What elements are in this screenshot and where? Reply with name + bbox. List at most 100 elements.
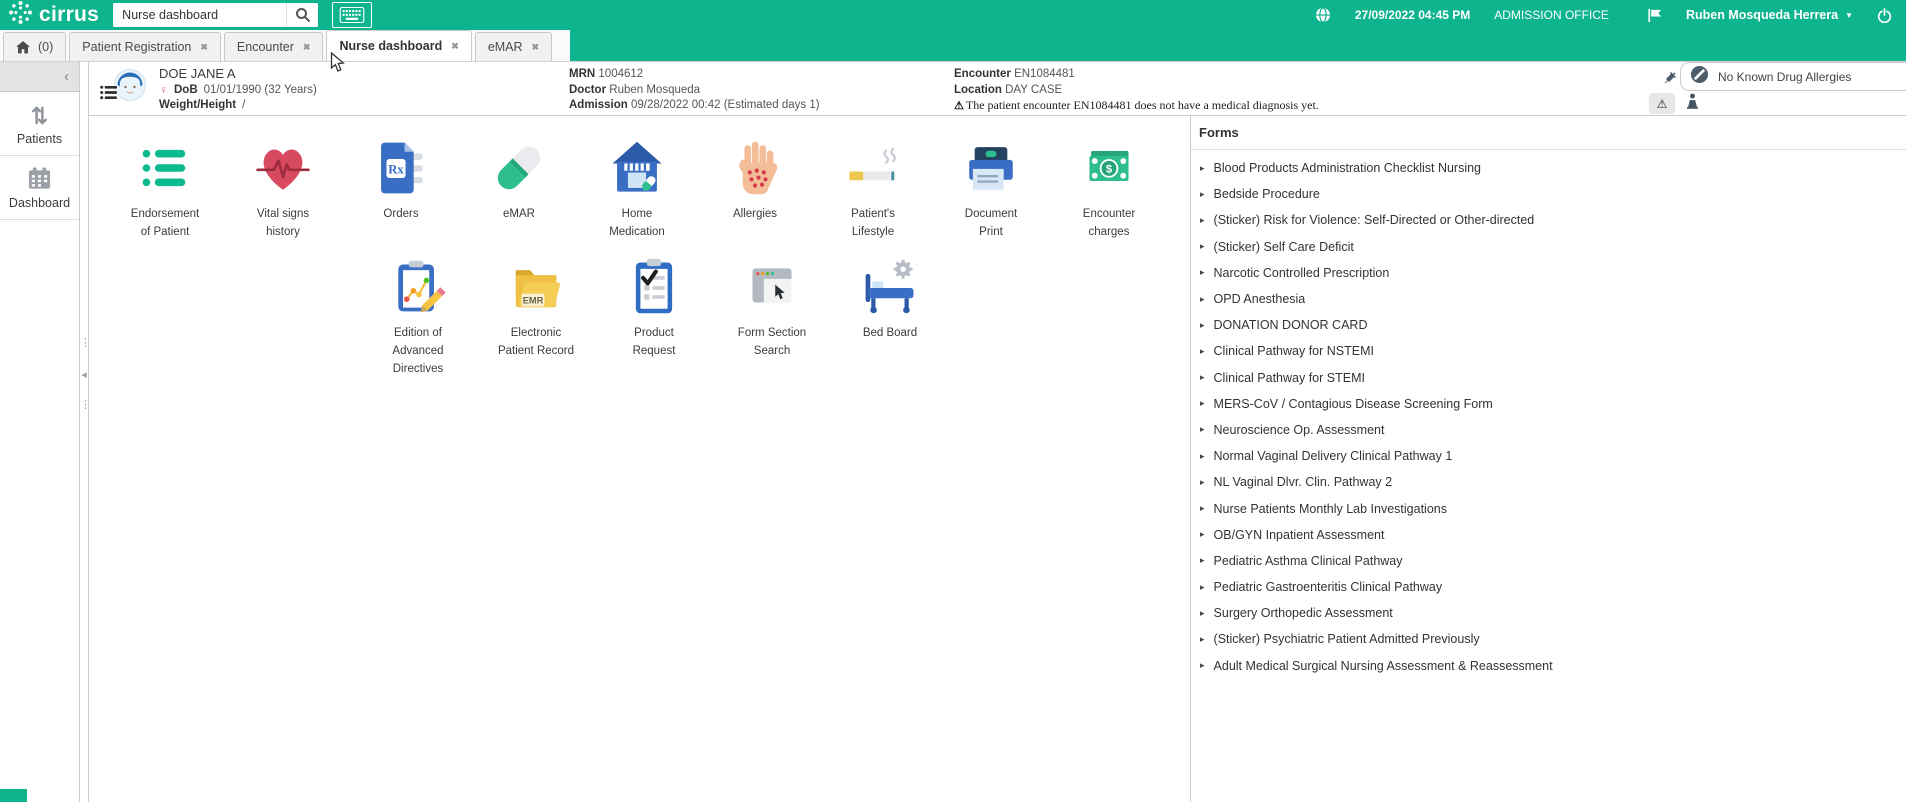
- expand-arrow-icon[interactable]: ▸: [1200, 660, 1205, 671]
- form-item-sticker-psychiatric-patient-admitted-previously[interactable]: ▸ (Sticker) Psychiatric Patient Admitted …: [1191, 626, 1906, 652]
- dashboard-calendar-icon: [0, 165, 79, 191]
- form-item-label: Neuroscience Op. Assessment: [1213, 422, 1385, 437]
- dashboard-shortcut-emar[interactable]: eMAR: [460, 136, 578, 241]
- form-item-mers-cov-contagious-disease-screening-form[interactable]: ▸ MERS-CoV / Contagious Disease Screening…: [1191, 391, 1906, 417]
- avatar[interactable]: [114, 69, 146, 106]
- expand-arrow-icon[interactable]: ▸: [1200, 241, 1205, 252]
- form-item-nl-vaginal-dlvr-clin-pathway-2[interactable]: ▸ NL Vaginal Dlvr. Clin. Pathway 2: [1191, 469, 1906, 495]
- expand-arrow-icon[interactable]: ▸: [1200, 267, 1205, 278]
- expand-arrow-icon[interactable]: ▸: [1200, 451, 1205, 462]
- form-item-label: (Sticker) Self Care Deficit: [1213, 239, 1354, 254]
- weight-height-value: /: [242, 99, 246, 111]
- form-item-clinical-pathway-for-nstemi[interactable]: ▸ Clinical Pathway for NSTEMI: [1191, 338, 1906, 364]
- panel-splitter[interactable]: ⋮ ◂ ⋮: [80, 62, 91, 802]
- rx-document-icon: Rx: [369, 136, 433, 200]
- tab-encounter[interactable]: Encounter ✖: [223, 32, 324, 61]
- allergy-status-box[interactable]: No Known Drug Allergies: [1680, 62, 1906, 91]
- form-item-neuroscience-op-assessment[interactable]: ▸ Neuroscience Op. Assessment: [1191, 417, 1906, 443]
- user-menu[interactable]: Ruben Mosqueda Herrera ▼: [1686, 8, 1853, 22]
- tab-nurse-dashboard[interactable]: Nurse dashboard ✖: [326, 30, 472, 61]
- form-item-normal-vaginal-delivery-clinical-pathway-1[interactable]: ▸ Normal Vaginal Delivery Clinical Pathwa…: [1191, 443, 1906, 469]
- syringe-icon[interactable]: [1662, 70, 1678, 91]
- form-item-nurse-patients-monthly-lab-investigations[interactable]: ▸ Nurse Patients Monthly Lab Investigatio…: [1191, 495, 1906, 521]
- globe-icon[interactable]: [1315, 7, 1331, 23]
- dashboard-shortcut-product-request[interactable]: Product Request: [595, 255, 713, 378]
- flag-icon[interactable]: [1647, 8, 1662, 23]
- content-row: Endorsement of Patient Vital signs history R…: [89, 116, 1906, 802]
- expand-arrow-icon[interactable]: ▸: [1200, 582, 1205, 593]
- tab-bar: (0) Patient Registration ✖ Encounter ✖ Nurse …: [0, 30, 1906, 62]
- expand-arrow-icon[interactable]: ▸: [1200, 346, 1205, 357]
- close-icon[interactable]: ✖: [303, 42, 311, 53]
- form-item-sticker-risk-for-violence-self-directed-or-other-directed[interactable]: ▸ (Sticker) Risk for Violence: Self-Direc…: [1191, 207, 1906, 233]
- expand-arrow-icon[interactable]: ▸: [1200, 372, 1205, 383]
- splitter-collapse-icon[interactable]: ◂: [80, 370, 88, 381]
- splitter-grip-icon[interactable]: ⋮: [80, 338, 91, 349]
- close-icon[interactable]: ✖: [200, 42, 208, 53]
- form-item-surgery-orthopedic-assessment[interactable]: ▸ Surgery Orthopedic Assessment: [1191, 600, 1906, 626]
- location-label: Location: [954, 83, 1002, 96]
- expand-arrow-icon[interactable]: ▸: [1200, 163, 1205, 174]
- expand-arrow-icon[interactable]: ▸: [1200, 294, 1205, 305]
- splitter-grip-icon[interactable]: ⋮: [80, 400, 91, 411]
- expand-arrow-icon[interactable]: ▸: [1200, 189, 1205, 200]
- expand-arrow-icon[interactable]: ▸: [1200, 477, 1205, 488]
- app-logo-text: cirrus: [39, 3, 100, 26]
- sidebar-item-dashboard[interactable]: Dashboard: [0, 156, 79, 220]
- dashboard-shortcut-electronic-patient-record[interactable]: EMR Electronic Patient Record: [477, 255, 595, 378]
- dashboard-shortcut-vital-signs-history[interactable]: Vital signs history: [224, 136, 342, 241]
- dashboard-shortcut-orders[interactable]: Rx Orders: [342, 136, 460, 241]
- expand-arrow-icon[interactable]: ▸: [1200, 608, 1205, 619]
- form-item-bedside-procedure[interactable]: ▸ Bedside Procedure: [1191, 181, 1906, 207]
- allergy-status-label: No Known Drug Allergies: [1718, 69, 1852, 84]
- expand-arrow-icon[interactable]: ▸: [1200, 320, 1205, 331]
- expand-arrow-icon[interactable]: ▸: [1200, 424, 1205, 435]
- close-icon[interactable]: ✖: [532, 42, 540, 53]
- form-item-ob-gyn-inpatient-assessment[interactable]: ▸ OB/GYN Inpatient Assessment: [1191, 522, 1906, 548]
- dashboard-shortcut-endorsement-of-patient[interactable]: Endorsement of Patient: [106, 136, 224, 241]
- form-item-pediatric-gastroenteritis-clinical-pathway[interactable]: ▸ Pediatric Gastroenteritis Clinical Path…: [1191, 574, 1906, 600]
- search-input[interactable]: [113, 3, 287, 27]
- expand-arrow-icon[interactable]: ▸: [1200, 398, 1205, 409]
- forms-list: ▸ Blood Products Administration Checklist…: [1191, 150, 1906, 679]
- dashboard-shortcut-home-medication[interactable]: Home Medication: [578, 136, 696, 241]
- expand-arrow-icon[interactable]: ▸: [1200, 555, 1205, 566]
- office-label: ADMISSION OFFICE: [1494, 8, 1609, 22]
- close-icon[interactable]: ✖: [451, 41, 459, 52]
- app-logo: cirrus: [8, 0, 99, 31]
- dashboard-shortcut-edition-of-advanced-directives[interactable]: Edition of Advanced Directives: [359, 255, 477, 378]
- expand-arrow-icon[interactable]: ▸: [1200, 634, 1205, 645]
- expand-arrow-icon[interactable]: ▸: [1200, 529, 1205, 540]
- dob-value: 01/01/1990 (32 Years): [203, 84, 317, 96]
- form-item-blood-products-administration-checklist-nursing[interactable]: ▸ Blood Products Administration Checklist…: [1191, 155, 1906, 181]
- patient-menu-icon[interactable]: [100, 85, 117, 105]
- form-item-adult-medical-surgical-nursing-assessment-reassessment[interactable]: ▸ Adult Medical Surgical Nursing Assessme…: [1191, 653, 1906, 679]
- form-item-narcotic-controlled-prescription[interactable]: ▸ Narcotic Controlled Prescription: [1191, 260, 1906, 286]
- dashboard-shortcut-allergies[interactable]: Allergies: [696, 136, 814, 241]
- form-item-donation-donor-card[interactable]: ▸ DONATION DONOR CARD: [1191, 312, 1906, 338]
- form-item-label: NL Vaginal Dlvr. Clin. Pathway 2: [1213, 475, 1393, 490]
- tab-home[interactable]: (0): [3, 32, 67, 61]
- form-item-sticker-self-care-deficit[interactable]: ▸ (Sticker) Self Care Deficit: [1191, 234, 1906, 260]
- dashboard-shortcut-patient-s-lifestyle[interactable]: Patient's Lifestyle: [814, 136, 932, 241]
- form-item-label: DONATION DONOR CARD: [1213, 318, 1368, 333]
- dashboard-shortcut-document-print[interactable]: Document Print: [932, 136, 1050, 241]
- dashboard-shortcut-bed-board[interactable]: Bed Board: [831, 255, 949, 378]
- expand-arrow-icon[interactable]: ▸: [1200, 503, 1205, 514]
- tab-emar[interactable]: eMAR ✖: [474, 32, 553, 61]
- dashboard-shortcut-form-section-search[interactable]: Form Section Search: [713, 255, 831, 378]
- sidebar-collapse-button[interactable]: ‹: [0, 62, 79, 92]
- form-item-clinical-pathway-for-stemi[interactable]: ▸ Clinical Pathway for STEMI: [1191, 365, 1906, 391]
- power-icon[interactable]: [1877, 7, 1892, 23]
- search-icon[interactable]: [286, 3, 319, 27]
- sidebar-item-patients[interactable]: Patients: [0, 92, 79, 156]
- warning-triangle-icon[interactable]: ⚠: [1649, 93, 1675, 114]
- isolation-icon[interactable]: [1685, 93, 1700, 114]
- dashboard-shortcut-encounter-charges[interactable]: $ Encounter charges: [1050, 136, 1168, 241]
- form-item-pediatric-asthma-clinical-pathway[interactable]: ▸ Pediatric Asthma Clinical Pathway: [1191, 548, 1906, 574]
- keyboard-icon[interactable]: [332, 2, 373, 28]
- form-item-opd-anesthesia[interactable]: ▸ OPD Anesthesia: [1191, 286, 1906, 312]
- expand-arrow-icon[interactable]: ▸: [1200, 215, 1205, 226]
- tab-patient-registration[interactable]: Patient Registration ✖: [69, 32, 221, 61]
- form-item-label: Nurse Patients Monthly Lab Investigation…: [1213, 501, 1447, 516]
